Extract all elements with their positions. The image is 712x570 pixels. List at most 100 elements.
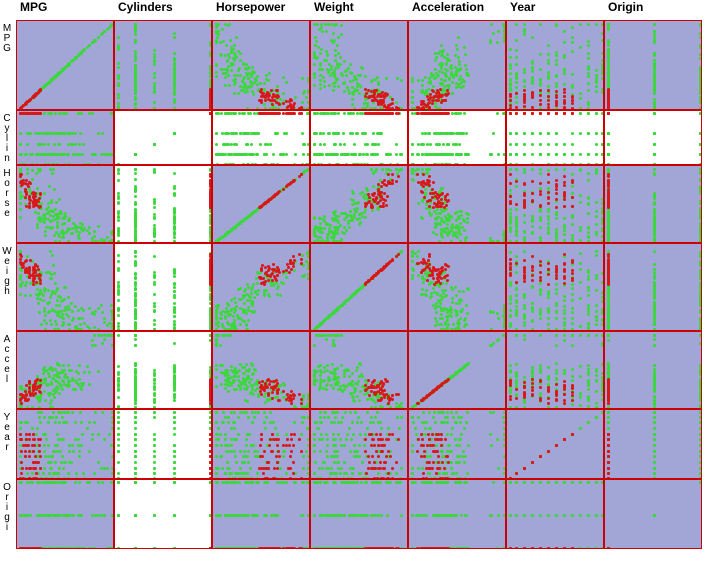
data-point — [492, 32, 495, 35]
data-point — [587, 153, 590, 156]
data-point — [313, 84, 316, 87]
data-point — [387, 112, 390, 115]
splom-cell-mpg-vs-origin[interactable] — [604, 20, 702, 110]
data-point — [74, 57, 77, 60]
data-point — [547, 112, 550, 115]
data-point — [134, 59, 137, 62]
data-point — [461, 226, 464, 229]
data-point — [329, 74, 332, 77]
data-point — [515, 185, 518, 188]
data-point — [153, 101, 156, 104]
data-point — [539, 143, 542, 146]
data-point — [325, 30, 328, 33]
data-point — [563, 91, 566, 94]
data-point — [134, 188, 137, 191]
data-point — [411, 143, 414, 146]
data-point — [279, 98, 282, 101]
splom-cell-cylinders-vs-weight[interactable] — [310, 110, 408, 165]
data-point — [220, 112, 223, 115]
data-point — [247, 66, 250, 69]
data-point — [531, 70, 534, 73]
col-header-mpg: MPG — [20, 0, 47, 20]
data-point — [361, 67, 364, 70]
data-point — [607, 153, 610, 156]
splom-cell-mpg-vs-weight[interactable] — [310, 20, 408, 110]
data-point — [579, 23, 582, 26]
data-point — [411, 101, 414, 104]
data-point — [375, 112, 378, 115]
data-point — [555, 59, 558, 62]
data-point — [455, 86, 458, 89]
data-point — [571, 205, 574, 208]
data-point — [337, 215, 340, 218]
splom-container: MPGCylindersHorsepowerWeightAcceleration… — [0, 0, 712, 570]
row-header-weight: Weigh — [0, 247, 14, 329]
splom-cell-mpg-vs-year[interactable] — [506, 20, 604, 110]
data-point — [395, 153, 398, 156]
splom-cell-horsepower-vs-cylinders[interactable] — [114, 165, 212, 243]
data-point — [547, 53, 550, 56]
data-point — [173, 172, 176, 175]
col-header-year: Year — [510, 0, 535, 20]
data-point — [587, 212, 590, 215]
data-point — [465, 68, 468, 71]
data-point — [607, 66, 610, 69]
data-point — [300, 112, 303, 115]
data-point — [452, 76, 455, 79]
data-point — [448, 77, 451, 80]
data-point — [70, 143, 73, 146]
splom-cell-horsepower-vs-year[interactable] — [506, 165, 604, 243]
data-point — [305, 96, 308, 99]
data-point — [19, 194, 22, 197]
data-point — [571, 112, 574, 115]
data-point — [555, 231, 558, 234]
data-point — [509, 227, 512, 230]
data-point — [353, 143, 356, 146]
data-point — [579, 153, 582, 156]
data-point — [153, 168, 156, 171]
splom-cell-horsepower-vs-acceleration[interactable] — [408, 165, 506, 243]
splom-cell-cylinders-vs-cylinders[interactable] — [114, 110, 212, 165]
data-point — [352, 192, 355, 195]
data-point — [319, 236, 322, 239]
data-point — [653, 41, 656, 44]
data-point — [37, 168, 40, 171]
splom-cell-horsepower-vs-weight[interactable] — [310, 165, 408, 243]
data-point — [607, 44, 610, 47]
splom-cell-horsepower-vs-horsepower[interactable] — [212, 165, 310, 243]
splom-cell-cylinders-vs-horsepower[interactable] — [212, 110, 310, 165]
splom-cell-horsepower-vs-mpg[interactable] — [16, 165, 114, 243]
splom-cell-mpg-vs-mpg[interactable] — [16, 20, 114, 110]
data-point — [416, 106, 419, 109]
data-point — [587, 40, 590, 43]
data-point — [134, 88, 137, 91]
data-point — [219, 41, 222, 44]
data-point — [441, 71, 444, 74]
data-point — [266, 143, 269, 146]
data-point — [260, 205, 263, 208]
data-point — [425, 89, 428, 92]
data-point — [380, 195, 383, 198]
splom-cell-cylinders-vs-acceleration[interactable] — [408, 110, 506, 165]
splom-cell-mpg-vs-cylinders[interactable] — [114, 20, 212, 110]
data-point — [509, 112, 512, 115]
data-point — [51, 172, 54, 175]
splom-cell-cylinders-vs-year[interactable] — [506, 110, 604, 165]
data-point — [52, 210, 55, 213]
splom-cell-horsepower-vs-origin[interactable] — [604, 165, 702, 243]
splom-cell-cylinders-vs-origin[interactable] — [604, 110, 702, 165]
data-point — [351, 132, 354, 135]
splom-cell-mpg-vs-acceleration[interactable] — [408, 20, 506, 110]
data-point — [509, 153, 512, 156]
data-point — [607, 112, 610, 115]
data-point — [343, 232, 346, 235]
splom-cell-mpg-vs-horsepower[interactable] — [212, 20, 310, 110]
data-point — [332, 82, 335, 85]
data-point — [515, 63, 518, 66]
splom-cell-cylinders-vs-mpg[interactable] — [16, 110, 114, 165]
data-point — [523, 112, 526, 115]
data-point — [337, 112, 340, 115]
data-point — [515, 203, 518, 206]
data-point — [416, 173, 419, 176]
data-point — [117, 212, 120, 215]
